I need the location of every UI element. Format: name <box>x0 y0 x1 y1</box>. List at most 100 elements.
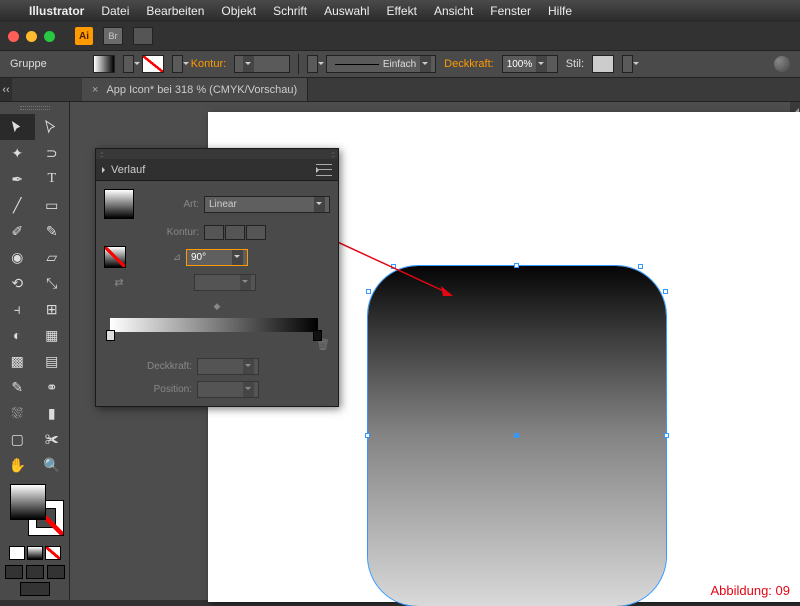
eraser-tool[interactable]: ▱ <box>35 244 70 270</box>
zoom-window-button[interactable] <box>44 31 55 42</box>
style-dropdown[interactable] <box>622 55 633 73</box>
draw-behind-button[interactable] <box>26 565 44 579</box>
gradient-fill-stroke-thumb[interactable] <box>104 246 126 268</box>
graph-tool[interactable]: ▮ <box>35 400 70 426</box>
blob-brush-tool[interactable]: ◉ <box>0 244 35 270</box>
stroke-label[interactable]: Kontur: <box>191 58 226 70</box>
menu-help[interactable]: Hilfe <box>548 4 572 18</box>
panel-title-bar[interactable]: Verlauf <box>96 159 338 181</box>
anchor-lt[interactable] <box>366 289 371 294</box>
handle-right[interactable] <box>664 433 669 438</box>
pen-tool[interactable]: ✒ <box>0 166 35 192</box>
gradient-preview-thumb[interactable] <box>104 189 134 219</box>
perspective-tool[interactable]: ▦ <box>35 322 70 348</box>
gradient-stop-end[interactable] <box>313 330 322 341</box>
handle-top[interactable] <box>514 263 519 268</box>
figure-caption: Abbildung: 09 <box>710 583 790 598</box>
gradient-type-dropdown[interactable]: Linear <box>204 196 330 213</box>
handle-left[interactable] <box>365 433 370 438</box>
menu-window[interactable]: Fenster <box>490 4 531 18</box>
line-tool[interactable]: ╱ <box>0 192 35 218</box>
panel-menu-icon[interactable] <box>316 164 332 176</box>
fill-stroke-control[interactable] <box>6 482 63 540</box>
menu-type[interactable]: Schrift <box>273 4 307 18</box>
symbol-sprayer-tool[interactable]: ⛆ <box>0 400 35 426</box>
draw-normal-button[interactable] <box>5 565 23 579</box>
tab-scroll-left[interactable]: ‹‹ <box>0 78 12 101</box>
anchor-tl[interactable] <box>391 264 396 269</box>
stroke-dropdown[interactable] <box>172 55 183 73</box>
pencil-tool[interactable]: ✎ <box>35 218 70 244</box>
gradient-slider[interactable] <box>110 318 318 332</box>
window-controls <box>8 31 55 42</box>
anchor-rt[interactable] <box>663 289 668 294</box>
selection-label: Gruppe <box>10 58 47 70</box>
artboard-tool[interactable]: ▢ <box>0 426 35 452</box>
slice-tool[interactable]: ✀ <box>35 426 70 452</box>
menu-view[interactable]: Ansicht <box>434 4 473 18</box>
gradient-stop-start[interactable] <box>106 330 115 341</box>
style-label: Stil: <box>566 58 584 70</box>
none-mode-button[interactable] <box>45 546 61 560</box>
close-tab-icon[interactable]: × <box>92 84 98 96</box>
stroke-swatch[interactable] <box>142 55 164 73</box>
mesh-tool[interactable]: ▩ <box>0 348 35 374</box>
menu-effect[interactable]: Effekt <box>386 4 416 18</box>
stroke-gradient-align[interactable] <box>204 225 266 240</box>
style-swatch[interactable] <box>592 55 614 73</box>
menu-app[interactable]: Illustrator <box>29 4 84 18</box>
menu-file[interactable]: Datei <box>101 4 129 18</box>
rotate-tool[interactable]: ⟲ <box>0 270 35 296</box>
eyedropper-tool[interactable]: ✎ <box>0 374 35 400</box>
stop-position-field <box>197 381 259 398</box>
menu-edit[interactable]: Bearbeiten <box>146 4 204 18</box>
gradient-angle-field[interactable]: 90° <box>186 249 248 266</box>
rectangle-tool[interactable]: ▭ <box>35 192 70 218</box>
type-label: Art: <box>139 199 199 210</box>
hand-tool[interactable]: ✋ <box>0 452 35 478</box>
screen-mode-button[interactable] <box>20 582 50 596</box>
scale-tool[interactable]: ⤡ <box>35 270 70 296</box>
color-mode-button[interactable] <box>9 546 25 560</box>
tool-panel: ✦ ⊃ ✒ T ╱ ▭ ✐ ✎ ◉ ▱ ⟲ ⤡ ⫞ ⊞ ◐ ▦ ▩ ▤ ✎ ⚭ … <box>0 102 70 600</box>
stroke-profile-dropdown[interactable]: Einfach <box>326 55 436 73</box>
handle-center[interactable] <box>514 433 519 438</box>
lasso-tool[interactable]: ⊃ <box>35 140 70 166</box>
opacity-label[interactable]: Deckkraft: <box>444 58 494 70</box>
arrange-documents-button[interactable] <box>133 27 153 45</box>
fill-color-box[interactable] <box>10 484 46 520</box>
stroke-weight-field[interactable] <box>234 55 290 73</box>
menu-object[interactable]: Objekt <box>221 4 256 18</box>
var-width-dropdown[interactable] <box>307 55 318 73</box>
selected-shape[interactable] <box>368 266 666 606</box>
tool-panel-grip[interactable] <box>0 102 69 114</box>
fill-swatch[interactable] <box>93 55 115 73</box>
zoom-tool[interactable]: 🔍 <box>35 452 70 478</box>
free-transform-tool[interactable]: ⊞ <box>35 296 70 322</box>
paintbrush-tool[interactable]: ✐ <box>0 218 35 244</box>
direct-selection-tool[interactable] <box>35 114 70 140</box>
bridge-button[interactable]: Br <box>103 27 123 45</box>
type-tool[interactable]: T <box>35 166 70 192</box>
panel-grip[interactable] <box>96 149 338 159</box>
magic-wand-tool[interactable]: ✦ <box>0 140 35 166</box>
anchor-tr[interactable] <box>638 264 643 269</box>
width-tool[interactable]: ⫞ <box>0 296 35 322</box>
selection-tool[interactable] <box>0 114 35 140</box>
shape-builder-tool[interactable]: ◐ <box>0 322 35 348</box>
stop-opacity-field <box>197 358 259 375</box>
stroke-gradient-label: Kontur: <box>139 227 199 238</box>
gradient-tool[interactable]: ▤ <box>35 348 70 374</box>
document-tab[interactable]: × App Icon* bei 318 % (CMYK/Vorschau) <box>82 78 308 101</box>
gradient-mode-button[interactable] <box>27 546 43 560</box>
draw-inside-button[interactable] <box>47 565 65 579</box>
fill-dropdown[interactable] <box>123 55 134 73</box>
document-setup-button[interactable] <box>774 56 790 72</box>
blend-tool[interactable]: ⚭ <box>35 374 70 400</box>
document-tab-bar: ‹‹ × App Icon* bei 318 % (CMYK/Vorschau) <box>0 78 800 102</box>
menu-select[interactable]: Auswahl <box>324 4 369 18</box>
close-window-button[interactable] <box>8 31 19 42</box>
opacity-field[interactable]: 100% <box>502 55 558 73</box>
control-bar: Gruppe Kontur: Einfach Deckkraft: 100% S… <box>0 50 800 78</box>
minimize-window-button[interactable] <box>26 31 37 42</box>
